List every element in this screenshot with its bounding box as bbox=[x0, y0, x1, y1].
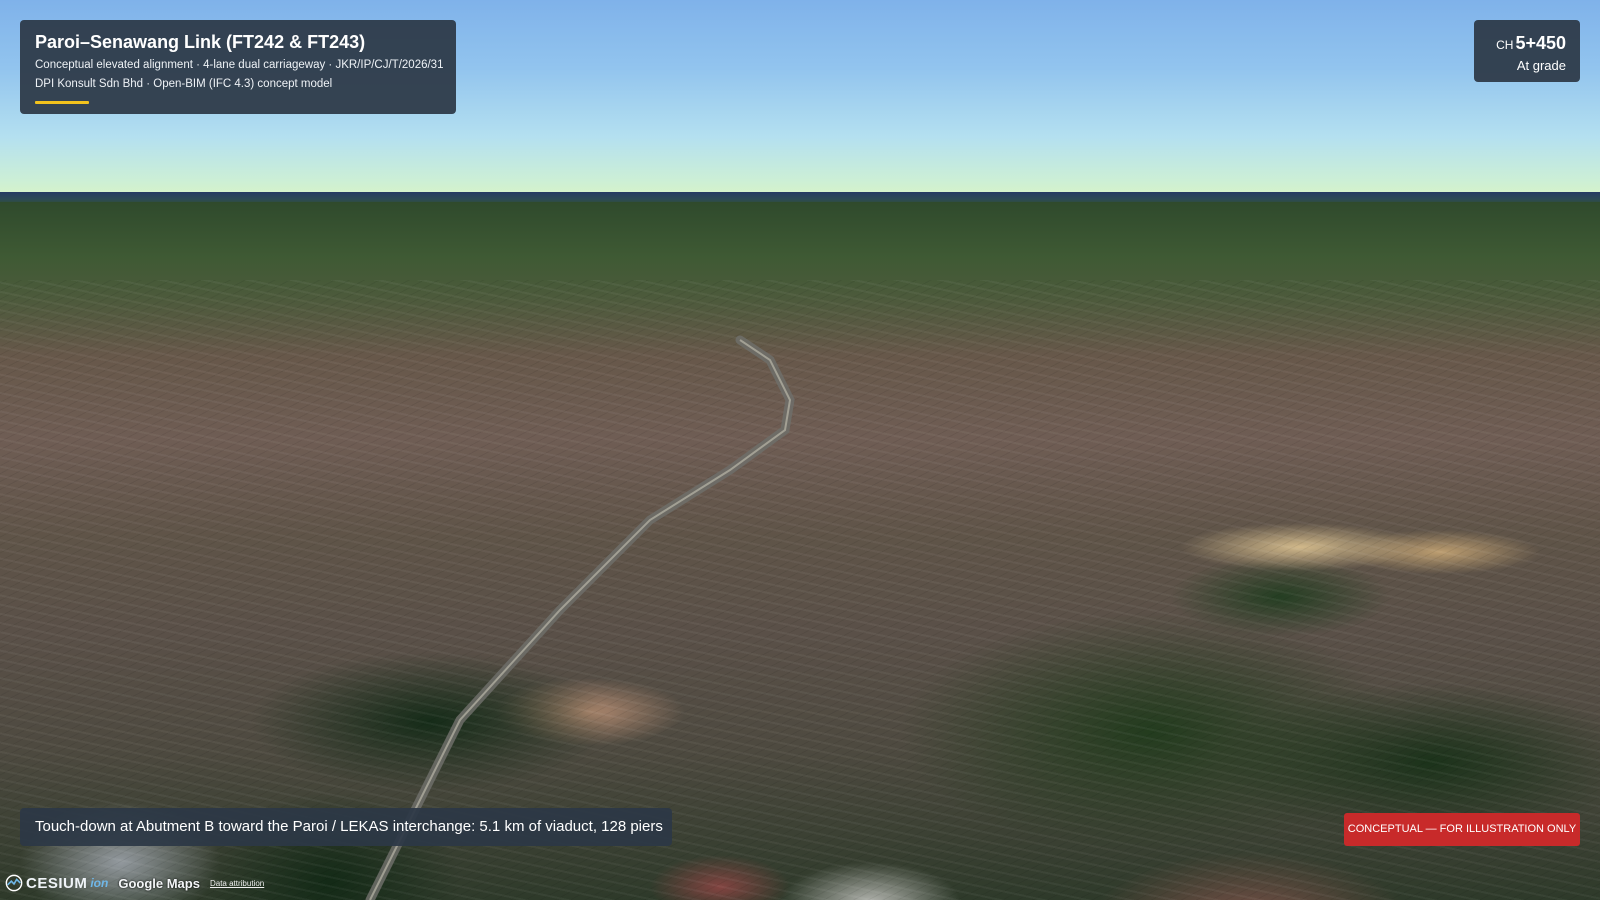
map-credits: CESIUM ion Google Maps Data attribution bbox=[5, 871, 264, 895]
cesium-ion-logo[interactable]: CESIUM ion bbox=[5, 874, 114, 892]
cesium-wordmark: CESIUM bbox=[26, 874, 88, 892]
cesium-globe-icon bbox=[5, 874, 23, 892]
scene-caption: Touch-down at Abutment B toward the Paro… bbox=[20, 808, 672, 846]
conceptual-badge: CONCEPTUAL — FOR ILLUSTRATION ONLY bbox=[1344, 813, 1580, 846]
chainage-status: At grade bbox=[1516, 58, 1566, 73]
chainage-prefix: CH bbox=[1496, 38, 1514, 52]
map-viewport-3d[interactable] bbox=[0, 0, 1600, 900]
project-subtitle-line-1: Conceptual elevated alignment · 4-lane d… bbox=[35, 59, 444, 71]
chainage-value: 5+450 bbox=[1515, 33, 1566, 53]
google-maps-logo: Google Maps bbox=[118, 875, 200, 891]
highway-corridor bbox=[365, 335, 795, 900]
project-title: Paroi–Senawang Link (FT242 & FT243) bbox=[35, 32, 366, 52]
chainage-indicator: CH 5+450 At grade bbox=[1474, 20, 1580, 82]
data-attribution-link[interactable]: Data attribution bbox=[210, 879, 264, 888]
ion-wordmark: ion bbox=[90, 876, 109, 890]
project-info-panel: Paroi–Senawang Link (FT242 & FT243) Conc… bbox=[20, 20, 456, 114]
accent-underline bbox=[35, 101, 89, 104]
project-subtitle-line-2: DPI Konsult Sdn Bhd · Open-BIM (IFC 4.3)… bbox=[35, 78, 333, 90]
